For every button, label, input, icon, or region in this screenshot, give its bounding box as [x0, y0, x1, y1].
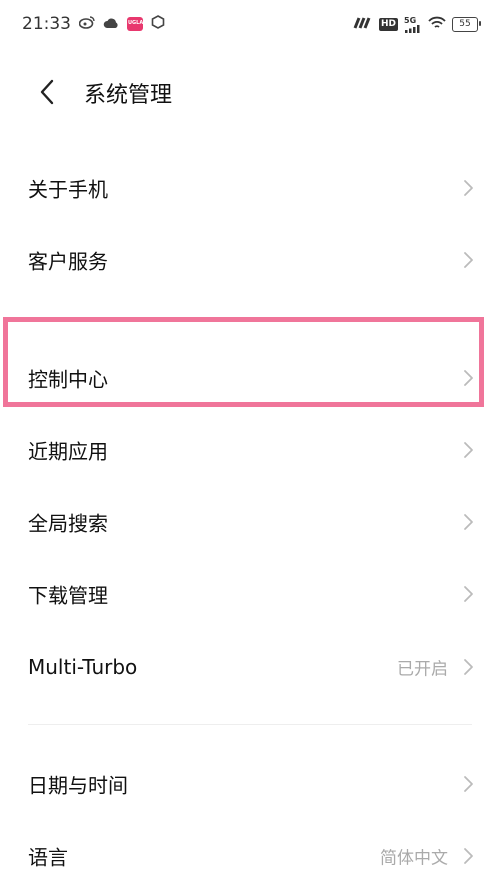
status-time: 21:33: [22, 14, 71, 34]
weibo-icon: [78, 14, 95, 34]
settings-item-label: 近期应用: [28, 439, 108, 464]
signal-strength-icon: [353, 16, 373, 32]
settings-item-label: 关于手机: [28, 177, 108, 202]
page-title: 系统管理: [84, 83, 173, 108]
settings-item-recent-apps[interactable]: 近期应用: [0, 414, 500, 486]
cloud-icon: [103, 14, 119, 34]
battery-level: 55: [459, 19, 471, 29]
settings-item-language[interactable]: 语言 简体中文: [0, 820, 500, 892]
back-button[interactable]: [34, 76, 62, 108]
chevron-right-icon: [464, 180, 473, 196]
status-bar: 21:33 UGLA HD 5G 55: [0, 0, 500, 48]
settings-item-label: 日期与时间: [28, 773, 128, 798]
battery-icon: 55: [452, 16, 481, 32]
app-notification-icon: UGLA: [127, 17, 143, 31]
settings-item-value: 简体中文: [380, 848, 448, 869]
chevron-right-icon: [464, 252, 473, 268]
chevron-right-icon: [464, 514, 473, 530]
settings-item-label: 下载管理: [28, 583, 108, 608]
settings-item-label: 客户服务: [28, 249, 108, 274]
header: 系统管理: [0, 62, 500, 122]
settings-item-value: 已开启: [397, 659, 448, 680]
settings-item-about-phone[interactable]: 关于手机: [0, 152, 500, 224]
chevron-left-icon: [40, 79, 54, 105]
chevron-right-icon: [464, 776, 473, 792]
settings-item-download-manager[interactable]: 下载管理: [0, 558, 500, 630]
settings-item-label: 语言: [28, 845, 68, 870]
settings-item-label: 全局搜索: [28, 511, 108, 536]
chevron-right-icon: [464, 848, 473, 864]
app-badge-text: UGLA: [128, 20, 144, 26]
chevron-right-icon: [464, 659, 473, 675]
cell-bars-icon: [405, 24, 420, 33]
section-divider: [28, 724, 472, 725]
settings-item-global-search[interactable]: 全局搜索: [0, 486, 500, 558]
settings-item-label: Multi-Turbo: [28, 655, 138, 679]
hexagon-icon: [151, 14, 165, 34]
wifi-icon: [428, 16, 446, 33]
status-right: HD 5G 55: [353, 16, 481, 33]
settings-item-date-time[interactable]: 日期与时间: [0, 748, 500, 820]
network-label: 5G: [404, 16, 422, 33]
settings-item-customer-service[interactable]: 客户服务: [0, 224, 500, 296]
chevron-right-icon: [464, 370, 473, 386]
status-left: 21:33 UGLA: [22, 14, 165, 34]
network-type: 5G: [404, 15, 417, 25]
hd-badge: HD: [378, 17, 398, 31]
settings-item-multi-turbo[interactable]: Multi-Turbo 已开启: [0, 631, 500, 703]
chevron-right-icon: [464, 586, 473, 602]
chevron-right-icon: [464, 442, 473, 458]
settings-item-label: 控制中心: [28, 367, 108, 392]
settings-item-control-center[interactable]: 控制中心: [0, 342, 500, 414]
